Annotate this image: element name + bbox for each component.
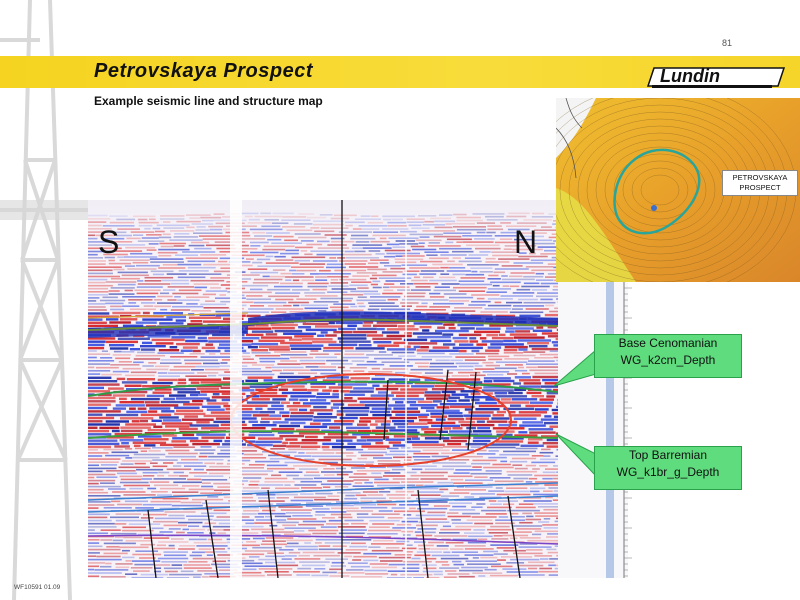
prospect-label-line2: PROSPECT — [739, 183, 781, 192]
callout-2-line2: WG_k1br_g_Depth — [616, 465, 720, 479]
south-label: S — [98, 224, 120, 260]
logo-text: Lundin — [660, 66, 720, 86]
prospect-label-line1: PETROVSKAYA — [732, 173, 788, 182]
callout-top-barremian: Top Barremian WG_k1br_g_Depth — [594, 446, 742, 490]
prospect-map-label: PETROVSKAYA PROSPECT — [722, 170, 798, 196]
page-number: 81 — [722, 38, 733, 48]
slide-subtitle: Example seismic line and structure map — [94, 94, 323, 108]
callout-2-line1: Top Barremian — [628, 448, 708, 462]
seismic-panel-gap — [230, 200, 242, 578]
depth-axis — [623, 282, 632, 578]
callout-1-line2: WG_k2cm_Depth — [620, 353, 716, 367]
document-code: WF10591 01.09 — [14, 584, 61, 591]
page-title: Petrovskaya Prospect — [94, 60, 314, 82]
seismic-line-image — [88, 200, 558, 578]
callout-1-line1: Base Cenomanian — [618, 336, 718, 350]
slide: 81 Petrovskaya Prospect Lundin Example s… — [0, 0, 800, 600]
north-label: N — [514, 224, 538, 260]
callout-base-cenomanian: Base Cenomanian WG_k2cm_Depth — [594, 334, 742, 378]
